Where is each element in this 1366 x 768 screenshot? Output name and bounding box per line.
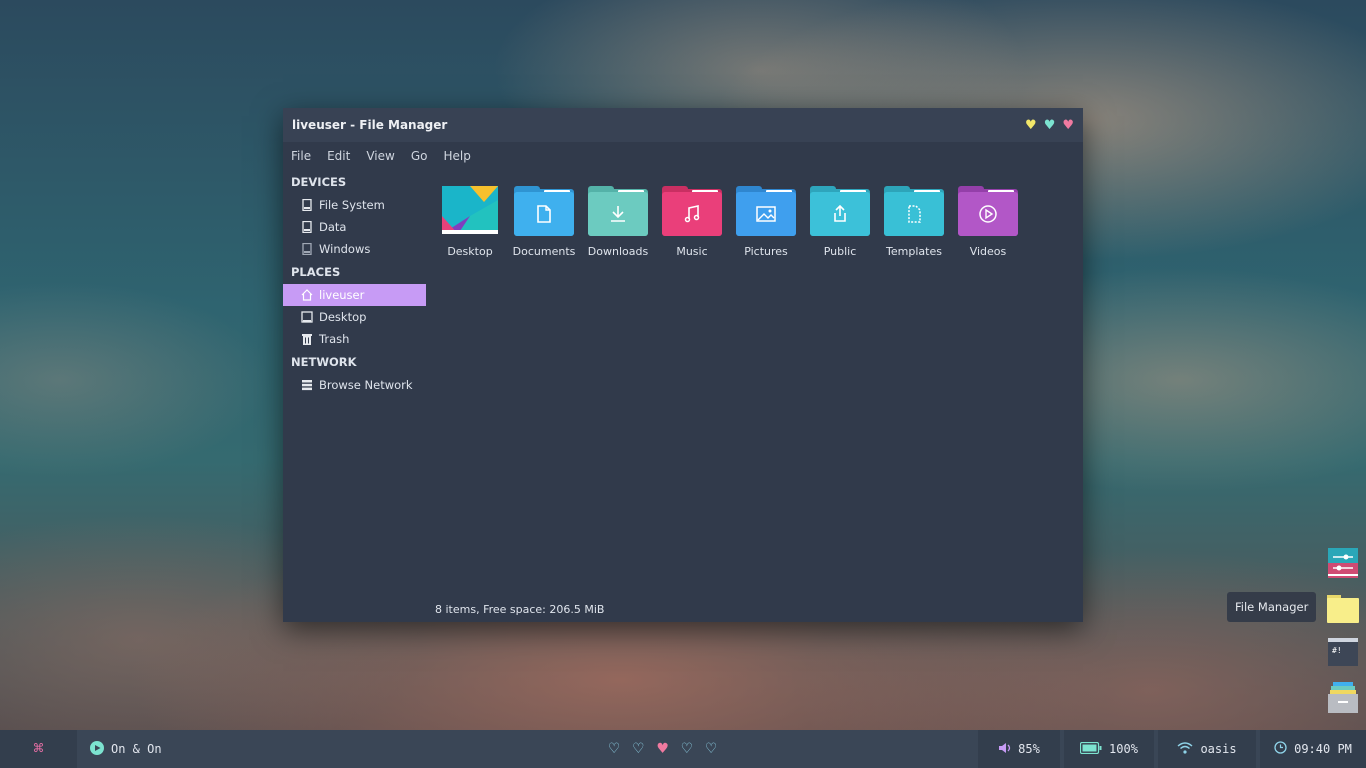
- terminal-icon[interactable]: #!: [1326, 636, 1360, 670]
- dock: #!: [1326, 546, 1360, 726]
- workspace-heart-icon[interactable]: ♡: [633, 739, 643, 759]
- status-bar: 8 items, Free space: 206.5 MiB: [435, 603, 605, 616]
- network-header: NETWORK: [291, 355, 357, 369]
- file-item-label: Downloads: [587, 245, 649, 258]
- workspace-heart-icon[interactable]: ♡: [706, 739, 716, 759]
- bottom-panel: ⌘ On & On ♡ ♡ ♥ ♡ ♡ 85% 100% oasis 09:40…: [0, 730, 1366, 768]
- wifi-widget[interactable]: oasis: [1158, 730, 1256, 768]
- file-grid: Desktop Documents Downloads Music Pictur…: [433, 186, 1025, 258]
- file-item-music[interactable]: Music: [655, 186, 729, 258]
- file-item-label: Documents: [512, 245, 576, 258]
- menubar: File Edit View Go Help: [283, 142, 1083, 170]
- battery-level: 100%: [1109, 742, 1138, 756]
- network-icon: [301, 379, 313, 391]
- volume-level: 85%: [1018, 742, 1040, 756]
- desktop-icon: [301, 311, 313, 323]
- download-icon: [588, 186, 648, 238]
- workspace-switcher: ♡ ♡ ♥ ♡ ♡: [602, 730, 723, 768]
- file-item-label: Videos: [969, 245, 1007, 258]
- settings-sliders-icon[interactable]: [1326, 546, 1360, 580]
- drive-icon: [301, 220, 313, 234]
- file-item-public[interactable]: Public: [803, 186, 877, 258]
- places-header: PLACES: [291, 265, 341, 279]
- clock-widget[interactable]: 09:40 PM: [1260, 730, 1366, 768]
- sidebar-item-windows[interactable]: Windows: [283, 238, 426, 260]
- archive-icon[interactable]: [1326, 681, 1360, 715]
- folder-icon[interactable]: [1326, 591, 1360, 625]
- sidebar-item-liveuser[interactable]: liveuser: [283, 284, 426, 306]
- file-item-label: Music: [676, 245, 708, 258]
- file-item-label: Public: [823, 245, 857, 258]
- window-title: liveuser - File Manager: [292, 118, 448, 132]
- sidebar: DEVICES File System Data Windows PLACES …: [283, 170, 426, 396]
- share-icon: [810, 186, 870, 238]
- desktop-folder-icon: [440, 186, 500, 238]
- launcher-button[interactable]: ⌘: [0, 730, 77, 768]
- file-item-desktop[interactable]: Desktop: [433, 186, 507, 258]
- sidebar-item-desktop[interactable]: Desktop: [283, 306, 426, 328]
- clock-time: 09:40 PM: [1294, 742, 1352, 756]
- file-manager-window: liveuser - File Manager ♥ ♥ ♥ File Edit …: [283, 108, 1083, 622]
- maximize-heart-icon[interactable]: ♥: [1044, 119, 1056, 132]
- template-icon: [884, 186, 944, 238]
- menu-file[interactable]: File: [291, 149, 311, 163]
- wifi-icon: [1177, 741, 1193, 757]
- home-icon: [301, 289, 313, 301]
- battery-icon: [1079, 741, 1102, 757]
- command-key-icon: ⌘: [33, 739, 44, 759]
- sidebar-item-trash[interactable]: Trash: [283, 328, 426, 350]
- volume-widget[interactable]: 85%: [978, 730, 1060, 768]
- clock-icon: [1274, 741, 1287, 757]
- document-icon: [514, 186, 574, 238]
- sidebar-item-label: Data: [319, 220, 347, 234]
- menu-go[interactable]: Go: [411, 149, 428, 163]
- file-item-label: Desktop: [447, 245, 493, 258]
- sidebar-item-data[interactable]: Data: [283, 216, 426, 238]
- menu-help[interactable]: Help: [443, 149, 470, 163]
- menu-edit[interactable]: Edit: [327, 149, 350, 163]
- drive-icon: [301, 242, 313, 256]
- file-item-templates[interactable]: Templates: [877, 186, 951, 258]
- file-item-videos[interactable]: Videos: [951, 186, 1025, 258]
- sidebar-item-label: Trash: [319, 332, 350, 346]
- devices-header: DEVICES: [291, 175, 347, 189]
- minimize-heart-icon[interactable]: ♥: [1025, 119, 1037, 132]
- trash-icon: [301, 333, 313, 345]
- sidebar-item-label: Windows: [319, 242, 371, 256]
- file-item-downloads[interactable]: Downloads: [581, 186, 655, 258]
- sidebar-item-file-system[interactable]: File System: [283, 194, 426, 216]
- battery-widget[interactable]: 100%: [1064, 730, 1154, 768]
- image-icon: [736, 186, 796, 238]
- sidebar-item-label: Desktop: [319, 310, 367, 324]
- workspace-heart-active-icon[interactable]: ♥: [658, 739, 668, 759]
- file-item-pictures[interactable]: Pictures: [729, 186, 803, 258]
- sidebar-item-label: Browse Network: [319, 378, 413, 392]
- close-heart-icon[interactable]: ♥: [1062, 119, 1074, 132]
- workspace-heart-icon[interactable]: ♡: [682, 739, 692, 759]
- file-item-label: Pictures: [744, 245, 788, 258]
- svg-text:#!: #!: [1332, 646, 1342, 655]
- file-item-label: Templates: [886, 245, 942, 258]
- workspace-heart-icon[interactable]: ♡: [609, 739, 619, 759]
- music-widget[interactable]: On & On: [90, 730, 162, 768]
- play-circle-icon: [90, 740, 104, 758]
- play-icon: [958, 186, 1018, 238]
- menu-view[interactable]: View: [366, 149, 394, 163]
- sidebar-item-browse-network[interactable]: Browse Network: [283, 374, 426, 396]
- volume-icon: [998, 742, 1012, 757]
- dock-tooltip: File Manager: [1227, 592, 1317, 622]
- music-note-icon: [662, 186, 722, 238]
- sidebar-item-label: File System: [319, 198, 385, 212]
- sidebar-item-label: liveuser: [319, 288, 365, 302]
- drive-icon: [301, 198, 313, 212]
- titlebar[interactable]: liveuser - File Manager ♥ ♥ ♥: [283, 108, 1083, 142]
- wifi-ssid: oasis: [1200, 742, 1237, 756]
- file-item-documents[interactable]: Documents: [507, 186, 581, 258]
- music-title: On & On: [111, 742, 162, 756]
